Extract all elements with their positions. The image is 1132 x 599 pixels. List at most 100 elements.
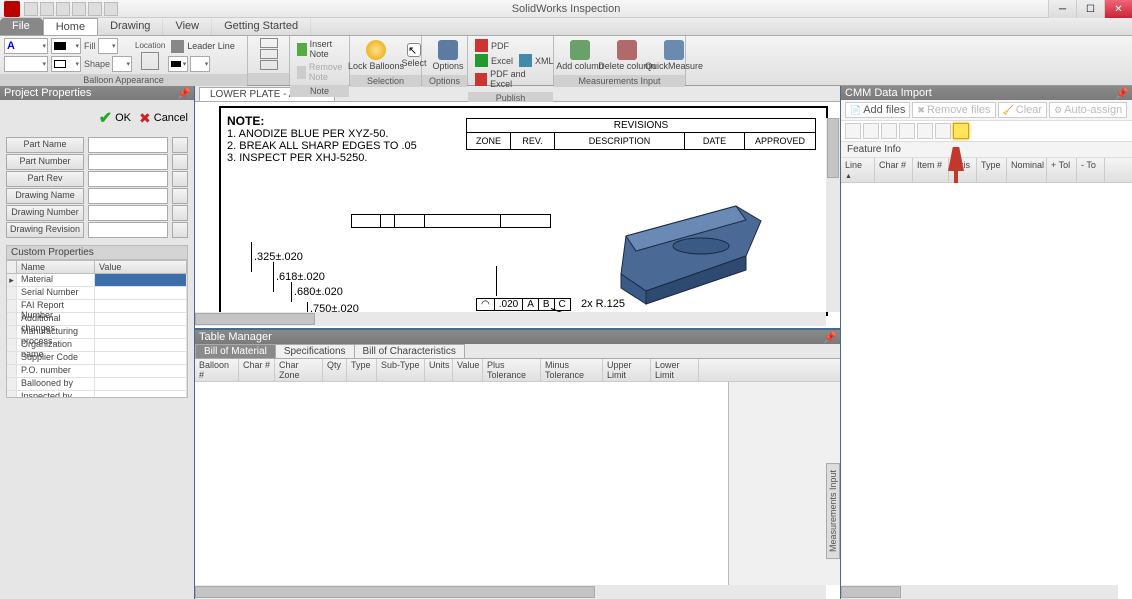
table-manager-body[interactable]: Measurements Input [195,382,840,599]
tab-getting-started[interactable]: Getting Started [212,18,311,35]
minimize-button[interactable]: ─ [1048,0,1076,18]
add-files-button[interactable]: 📄Add files [845,102,910,118]
custom-prop-row[interactable]: Inspected by [7,391,187,398]
publish-xml-button[interactable]: XML [516,53,557,68]
tm-col[interactable]: Units [425,359,453,381]
custom-prop-row[interactable]: Organization name [7,339,187,352]
tab-drawing[interactable]: Drawing [98,18,163,35]
lock-balloons-button[interactable]: Lock Balloons [354,38,398,73]
qat-undo-icon[interactable] [88,2,102,16]
add-column-button[interactable]: Add column [558,38,602,73]
prop-browse-icon[interactable] [172,171,188,187]
tm-col[interactable]: Qty [323,359,347,381]
prop-browse-icon[interactable] [172,222,188,238]
tm-col[interactable]: Minus Tolerance [541,359,603,381]
auto-assign-button[interactable]: ⚙Auto-assign [1049,102,1127,118]
prop-field[interactable] [88,205,168,221]
tm-col[interactable]: Char # [239,359,275,381]
prop-field[interactable] [88,222,168,238]
pin-icon[interactable]: 📌 [177,87,191,100]
drawing-scroll-h[interactable] [195,312,826,326]
tab-specs[interactable]: Specifications [275,344,355,358]
cmm-col[interactable]: Axis [949,158,977,182]
align-1-icon[interactable] [260,38,278,48]
maximize-button[interactable]: ☐ [1076,0,1104,18]
leader-line-button[interactable]: Leader Line [168,39,238,54]
tm-col[interactable]: Lower Limit [651,359,699,381]
tab-bom[interactable]: Bill of Material [195,344,276,358]
pin-icon[interactable]: 📌 [1115,87,1129,100]
pin-icon[interactable]: 📌 [823,331,837,344]
prop-label[interactable]: Part Number [6,154,84,170]
font-color-dropdown[interactable]: A▾ [4,38,48,54]
remove-note-button[interactable]: Remove Note [294,61,350,83]
location-icon[interactable] [141,52,159,70]
drawing-view[interactable]: NOTE: 1. ANODIZE BLUE PER XYZ-50. 2. BRE… [195,102,840,330]
custom-prop-row[interactable]: FAI Report Number [7,300,187,313]
custom-prop-row[interactable]: Manufacturing process... [7,326,187,339]
qat-print-icon[interactable] [72,2,86,16]
custom-prop-row[interactable]: ▸Material [7,274,187,287]
cmm-col[interactable]: Type [977,158,1007,182]
tab-boc[interactable]: Bill of Characteristics [354,344,465,358]
prop-field[interactable] [88,188,168,204]
prop-browse-icon[interactable] [172,205,188,221]
leader-color-dropdown[interactable]: ▾ [168,56,188,72]
clear-button[interactable]: 🧹Clear [998,102,1048,118]
prop-field[interactable] [88,154,168,170]
tab-home[interactable]: Home [43,18,98,35]
qat-new-icon[interactable] [24,2,38,16]
tm-col[interactable]: Type [347,359,377,381]
tab-view[interactable]: View [163,18,212,35]
publish-both-button[interactable]: PDF and Excel [472,68,549,90]
ok-button[interactable]: OK [99,108,131,128]
cmm-scroll-h[interactable] [841,585,1118,599]
prop-browse-icon[interactable] [172,154,188,170]
cmm-tool-4-icon[interactable] [899,123,915,139]
cmm-tool-1-icon[interactable] [845,123,861,139]
balloon-color-dropdown[interactable]: ▾ [51,38,81,54]
prop-browse-icon[interactable] [172,137,188,153]
cmm-tool-5-icon[interactable] [917,123,933,139]
file-tab[interactable]: File [0,18,43,35]
tm-col[interactable]: Upper Limit [603,359,651,381]
tm-col[interactable]: Plus Tolerance [483,359,541,381]
tm-scroll-h[interactable] [195,585,826,599]
remove-files-button[interactable]: ✖Remove files [912,102,995,118]
cmm-col[interactable]: + Tol [1047,158,1077,182]
cmm-col[interactable]: Nominal [1007,158,1047,182]
close-button[interactable]: ✕ [1104,0,1132,18]
custom-prop-row[interactable]: Serial Number [7,287,187,300]
custom-prop-row[interactable]: Additional changes [7,313,187,326]
insert-note-button[interactable]: Insert Note [294,38,345,60]
qat-save-icon[interactable] [56,2,70,16]
publish-pdf-button[interactable]: PDF [472,38,512,53]
cmm-col[interactable]: - To [1077,158,1105,182]
drawing-scroll-v[interactable] [826,118,840,312]
tm-col[interactable]: Value [453,359,483,381]
balloon-outline-dropdown[interactable]: ▾ [51,56,81,72]
prop-label[interactable]: Part Rev [6,171,84,187]
options-button[interactable]: Options [426,38,470,73]
cmm-tool-6-icon[interactable] [935,123,951,139]
align-3-icon[interactable] [260,60,278,70]
fill-dropdown[interactable]: ▾ [98,38,118,54]
custom-prop-row[interactable]: Ballooned by [7,378,187,391]
prop-browse-icon[interactable] [172,188,188,204]
measurements-input-tab[interactable]: Measurements Input [826,463,840,559]
custom-prop-row[interactable]: P.O. number [7,365,187,378]
prop-field[interactable] [88,171,168,187]
prop-label[interactable]: Drawing Number [6,205,84,221]
custom-prop-row[interactable]: Supplier Code [7,352,187,365]
balloon-style-dropdown[interactable]: ▾ [4,56,48,72]
tm-col[interactable]: Char Zone [275,359,323,381]
prop-field[interactable] [88,137,168,153]
qat-open-icon[interactable] [40,2,54,16]
tm-col[interactable]: Balloon # [195,359,239,381]
cmm-tool-3-icon[interactable] [881,123,897,139]
prop-label[interactable]: Drawing Name [6,188,84,204]
prop-label[interactable]: Part Name [6,137,84,153]
cmm-col[interactable]: Line ▲ [841,158,875,182]
shape-dropdown[interactable]: ▾ [112,56,132,72]
qat-redo-icon[interactable] [104,2,118,16]
